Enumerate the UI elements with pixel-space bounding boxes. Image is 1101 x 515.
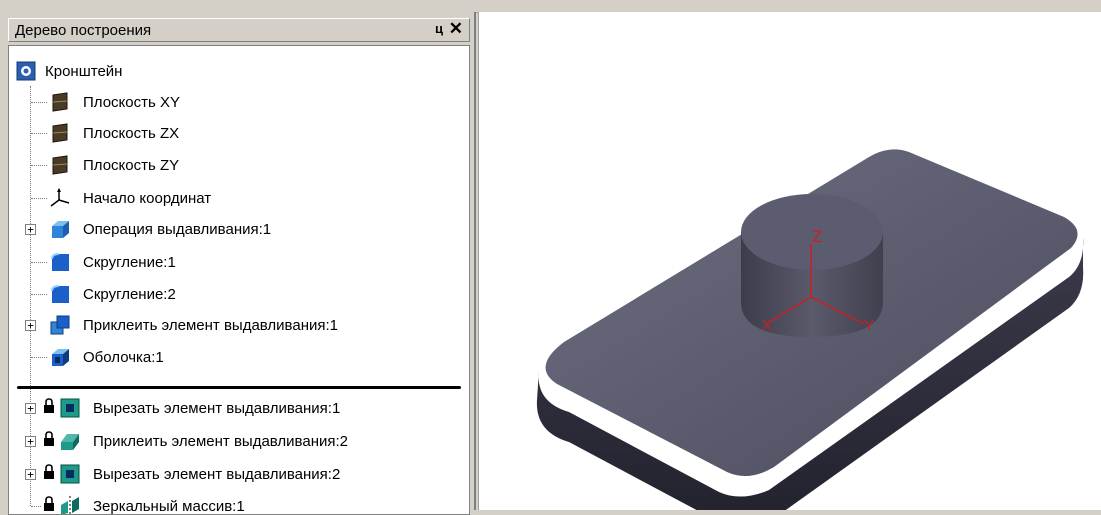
origin-icon <box>49 187 71 209</box>
tree-item-label: Скругление:2 <box>83 285 176 303</box>
tree-hline <box>31 506 41 507</box>
plane-icon <box>49 91 71 113</box>
fillet-icon <box>49 251 71 273</box>
lock-icon <box>43 464 55 484</box>
lock-icon <box>43 398 55 418</box>
tree-hline <box>31 133 47 134</box>
expand-toggle[interactable]: + <box>25 403 36 414</box>
axis-label-z: Z <box>812 227 822 246</box>
tree-item-cut-extrude-2[interactable]: Вырезать элемент выдавливания:2 <box>43 459 340 489</box>
tree-item-plane-zx[interactable]: Плоскость ZX <box>49 118 179 148</box>
plane-icon <box>49 122 71 144</box>
close-button[interactable]: ✕ <box>449 19 463 39</box>
cut-extrude-icon <box>59 397 81 419</box>
tree-hline <box>31 198 47 199</box>
tree-item-plane-xy[interactable]: Плоскость XY <box>49 87 180 117</box>
tree-item-label: Приклеить элемент выдавливания:2 <box>93 432 348 450</box>
model-render: Z X Y <box>536 149 1084 515</box>
tree-item-label: Зеркальный массив:1 <box>93 497 245 515</box>
expand-toggle[interactable]: + <box>25 320 36 331</box>
tree-item-label: Вырезать элемент выдавливания:2 <box>93 465 341 483</box>
tree-hline <box>31 165 47 166</box>
tree-item-label: Плоскость ZY <box>83 156 180 174</box>
part-icon <box>15 60 37 82</box>
tree-item-extrude-1[interactable]: Операция выдавливания:1 <box>49 214 271 244</box>
tree-item-label: Скругление:1 <box>83 253 176 271</box>
tree-root-label: Кронштейн <box>45 62 123 80</box>
tree-hline <box>31 262 47 263</box>
tree-item-cut-extrude-1[interactable]: Вырезать элемент выдавливания:1 <box>43 393 340 423</box>
tree-item-boss-extrude-1[interactable]: Приклеить элемент выдавливания:1 <box>49 310 338 340</box>
tree-item-shell-1[interactable]: Оболочка:1 <box>49 342 164 372</box>
mirror-pattern-icon <box>59 495 81 514</box>
tree-item-label: Плоскость ZX <box>83 124 180 142</box>
tree-item-mirror-pattern-1[interactable]: Зеркальный массив:1 <box>43 491 245 515</box>
boss-extrude-icon <box>59 430 81 452</box>
tree-item-label: Приклеить элемент выдавливания:1 <box>83 316 338 334</box>
fillet-icon <box>49 283 71 305</box>
tree-item-boss-extrude-2[interactable]: Приклеить элемент выдавливания:2 <box>43 426 348 456</box>
boss-extrude-icon <box>49 314 71 336</box>
tree-item-plane-zy[interactable]: Плоскость ZY <box>49 150 179 180</box>
tree-area[interactable]: Кронштейн Плоскость XY Плоскость ZX Плос… <box>8 45 470 515</box>
axis-label-y: Y <box>864 317 874 334</box>
build-tree-panel: Дерево построения ц ✕ Кронштейн Плоскост… <box>0 12 476 515</box>
lock-icon <box>43 496 55 514</box>
cut-extrude-icon <box>59 463 81 485</box>
lock-icon <box>43 431 55 451</box>
expand-toggle[interactable]: + <box>25 224 36 235</box>
tree-item-label: Оболочка:1 <box>83 348 164 366</box>
tree-item-origin[interactable]: Начало координат <box>49 183 211 213</box>
rollback-bar[interactable] <box>17 386 461 389</box>
tree-item-label: Начало координат <box>83 189 212 207</box>
pin-button[interactable]: ц <box>435 21 443 36</box>
tree-item-label: Вырезать элемент выдавливания:1 <box>93 399 341 417</box>
tree-hline <box>31 357 47 358</box>
panel-title: Дерево построения <box>15 22 152 39</box>
shell-icon <box>49 346 71 368</box>
tree-item-label: Плоскость XY <box>83 93 180 111</box>
plane-icon <box>49 154 71 176</box>
tree-hline <box>31 294 47 295</box>
panel-header: Дерево построения ц ✕ <box>8 18 470 42</box>
expand-toggle[interactable]: + <box>25 436 36 447</box>
tree-item-fillet-2[interactable]: Скругление:2 <box>49 279 176 309</box>
tree-item-label: Операция выдавливания:1 <box>83 220 272 238</box>
axis-label-x: X <box>762 317 772 334</box>
tree-hline <box>31 102 47 103</box>
tree-root[interactable]: Кронштейн <box>15 56 122 86</box>
extrude-icon <box>49 218 71 240</box>
model-viewport[interactable]: Z X Y <box>478 12 1101 515</box>
expand-toggle[interactable]: + <box>25 469 36 480</box>
tree-item-fillet-1[interactable]: Скругление:1 <box>49 247 176 277</box>
